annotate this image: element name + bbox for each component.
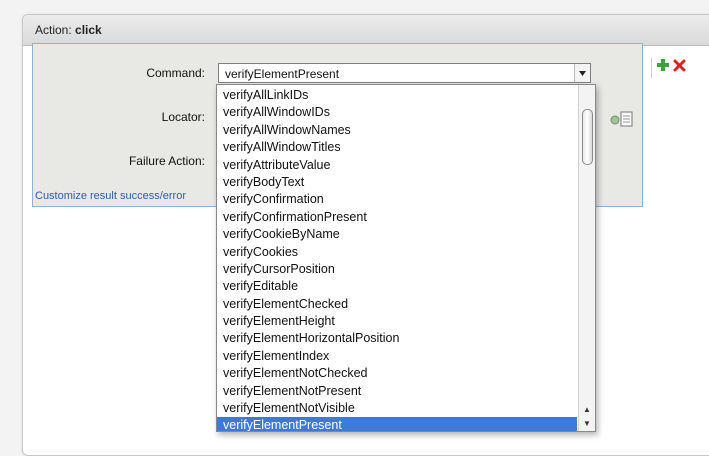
command-option[interactable]: verifyCookieByName	[217, 226, 577, 243]
command-dropdown[interactable]: verifyAllLinkIDs verifyAllWindowIDs verify…	[216, 84, 596, 432]
failure-action-label: Failure Action:	[128, 154, 205, 168]
command-option[interactable]: verifyAllLinkIDs	[217, 87, 577, 104]
toolbar-divider	[651, 58, 652, 78]
command-option[interactable]: verifyConfirmationPresent	[217, 209, 577, 226]
command-option[interactable]: verifyCursorPosition	[217, 261, 577, 278]
command-option[interactable]: verifyAllWindowTitles	[217, 139, 577, 156]
command-option[interactable]: verifyBodyText	[217, 174, 577, 191]
command-option[interactable]: verifyElementHeight	[217, 313, 577, 330]
scroll-up-arrow-icon[interactable]: ▲	[579, 403, 595, 417]
panel-header: Action: click	[23, 15, 709, 46]
command-options-list: verifyAllLinkIDs verifyAllWindowIDs verify…	[217, 87, 577, 431]
locator-label: Locator:	[161, 110, 205, 124]
command-option[interactable]: verifyCookies	[217, 244, 577, 261]
plus-icon[interactable]	[657, 59, 669, 71]
command-select[interactable]: verifyElementPresent	[218, 63, 591, 83]
command-label: Command:	[146, 66, 205, 80]
command-option[interactable]: verifyElementChecked	[217, 296, 577, 313]
panel-title: Action: click	[35, 23, 102, 37]
command-option[interactable]: verifyAllWindowNames	[217, 122, 577, 139]
command-option[interactable]: verifyElementHorizontalPosition	[217, 330, 577, 347]
command-option[interactable]: verifyElementNotChecked	[217, 365, 577, 382]
command-option[interactable]: verifyElementNotVisible	[217, 400, 577, 417]
dropdown-scrollbar[interactable]: ▲ ▼	[578, 85, 595, 431]
command-option[interactable]: verifyConfirmation	[217, 191, 577, 208]
close-icon[interactable]	[673, 59, 686, 72]
command-option[interactable]: verifyElementIndex	[217, 348, 577, 365]
customize-result-link[interactable]: Customize result success/error	[35, 190, 198, 202]
scrollbar-thumb[interactable]	[582, 109, 593, 165]
command-option[interactable]: verifyAttributeValue	[217, 157, 577, 174]
command-select-value: verifyElementPresent	[225, 67, 340, 81]
panel-title-action: click	[75, 23, 102, 37]
command-option[interactable]: verifyEditable	[217, 278, 577, 295]
command-option[interactable]: verifyElementPresent	[217, 417, 577, 431]
scroll-down-arrow-icon[interactable]: ▼	[579, 417, 595, 431]
locator-picker-icon[interactable]	[609, 110, 635, 131]
command-option[interactable]: verifyAllWindowIDs	[217, 104, 577, 121]
command-option[interactable]: verifyElementNotPresent	[217, 383, 577, 400]
panel-title-prefix: Action:	[35, 23, 72, 37]
chevron-down-icon[interactable]	[574, 64, 590, 82]
